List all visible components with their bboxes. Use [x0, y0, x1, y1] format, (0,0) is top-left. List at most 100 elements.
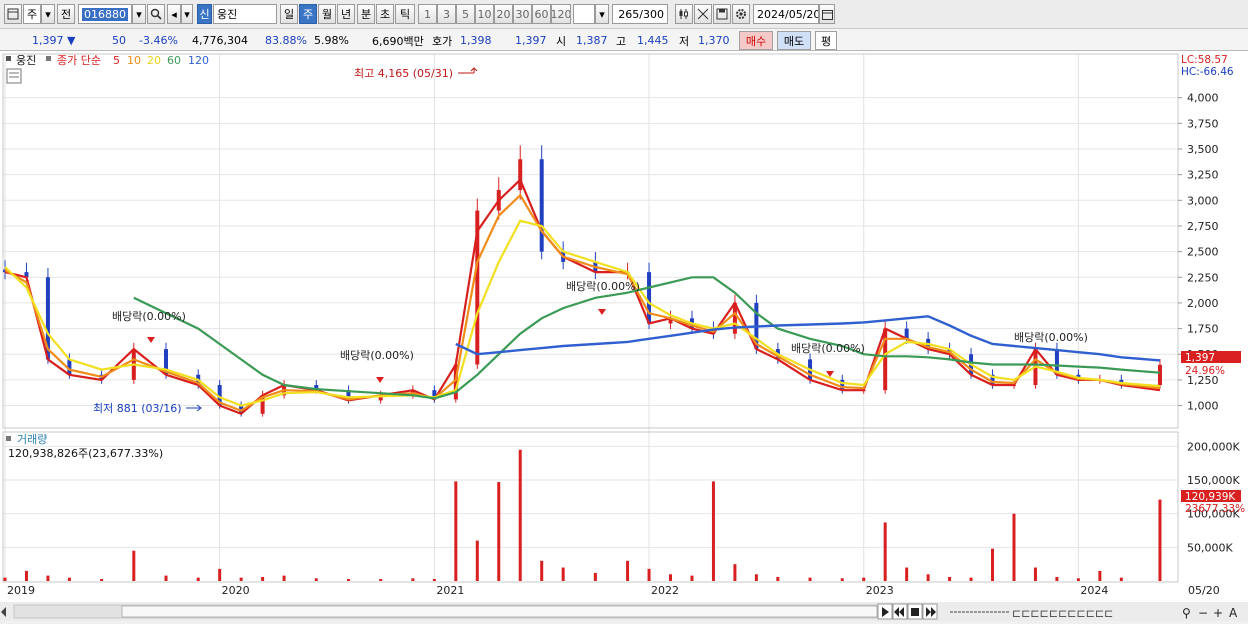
- buy-button[interactable]: 매수: [739, 31, 773, 50]
- volume-bar: [1033, 567, 1037, 581]
- price-tag-text: 1,397: [1185, 352, 1215, 364]
- volume-bar: [314, 578, 318, 581]
- bid-price: 1,397: [515, 34, 547, 47]
- dividend-annotation: 배당락(0.00%): [112, 310, 186, 323]
- volume-bars-layer: [3, 449, 1162, 581]
- chart-table-icon[interactable]: [6, 68, 22, 84]
- volume-tag-text: 120,939K: [1185, 491, 1236, 503]
- stock-chart[interactable]: 4,000 3,750 3,500 3,250 3,000 2,750 2,500 2,250…: [0, 51, 1248, 621]
- volume-bar: [926, 574, 930, 581]
- legend-ma5: 5: [113, 54, 120, 67]
- low-annotation: 최저 881 (03/16): [93, 402, 182, 415]
- stock-code-input[interactable]: 016880: [78, 4, 132, 24]
- dividend-annotation: 배당락(0.00%): [1014, 331, 1088, 344]
- volume-bar: [1076, 578, 1080, 581]
- tab-tick[interactable]: 틱: [395, 4, 415, 24]
- volume-bar: [883, 522, 887, 581]
- tab-year[interactable]: 년: [337, 4, 355, 24]
- calendar-icon[interactable]: [819, 4, 835, 24]
- volume-bar: [196, 577, 200, 581]
- speaker-dropdown-icon[interactable]: ▾: [181, 4, 193, 24]
- zoom-search-icon[interactable]: ⚲: [1182, 606, 1191, 620]
- volume-bar: [411, 578, 415, 581]
- legend-ma10: 10: [127, 54, 141, 67]
- volume-bar: [647, 568, 651, 581]
- price-tick-label: 2,500: [1187, 246, 1219, 259]
- volume-bar: [733, 564, 737, 581]
- zoom-in-icon[interactable]: +: [1213, 606, 1223, 620]
- interval-1-label: 1: [424, 7, 431, 21]
- volume-bar: [100, 578, 104, 581]
- layout-icon[interactable]: [4, 4, 22, 24]
- volume-bar: [1119, 577, 1123, 581]
- trade-amount: 6,690백만: [372, 34, 424, 48]
- new-badge: 신: [197, 4, 212, 24]
- save-icon[interactable]: [713, 4, 731, 24]
- date-value: 2024/05/20: [757, 7, 819, 21]
- interval-dropdown-icon[interactable]: ▾: [595, 4, 609, 24]
- tab-minute-label: 분: [360, 8, 372, 21]
- ask-label: 호가: [432, 34, 453, 48]
- interval-custom-input[interactable]: [573, 4, 595, 24]
- volume-bar: [711, 481, 715, 581]
- dividend-annotation: 배당락(0.00%): [566, 280, 640, 293]
- interval-1[interactable]: 1: [418, 4, 437, 24]
- drawing-tools-icon[interactable]: ⊏⊏⊏⊏⊏⊏⊏⊏⊏⊏⊏: [1012, 607, 1113, 620]
- volume-panel-frame: [2, 431, 1179, 583]
- dividend-annotation: 배당락(0.00%): [791, 342, 865, 355]
- sell-button[interactable]: 매도: [777, 31, 811, 50]
- price-tick-label: 4,000: [1187, 92, 1219, 105]
- speaker-icon[interactable]: ◂: [167, 4, 181, 24]
- gear-icon[interactable]: [732, 4, 750, 24]
- volume-bar: [518, 449, 522, 581]
- zoom-out-icon[interactable]: −: [1198, 606, 1208, 620]
- tab-day-label: 일: [283, 8, 295, 21]
- low-price: 1,370: [698, 34, 730, 47]
- volume-bar: [776, 576, 780, 581]
- candle-type-icon[interactable]: [675, 4, 693, 24]
- price-change-pct: -3.46%: [139, 34, 178, 47]
- dividend-marker-icon: [598, 309, 606, 315]
- stock-name-field[interactable]: 웅진: [213, 4, 277, 24]
- volume-bar: [46, 575, 50, 581]
- prev-button[interactable]: 전: [57, 4, 75, 24]
- interval-20[interactable]: 20: [494, 4, 513, 24]
- volume-bar: [593, 572, 597, 581]
- volume-bar: [1158, 499, 1162, 581]
- eval-button[interactable]: 평: [815, 31, 837, 50]
- text-tool-icon[interactable]: A: [1229, 606, 1238, 620]
- interval-3[interactable]: 3: [437, 4, 456, 24]
- toolbar: 주 ▾ 전 016880 ▾ ◂ ▾ 신 웅진 일 주 월 년 분 초 틱 1 …: [0, 0, 1248, 29]
- tab-month[interactable]: 월: [318, 4, 336, 24]
- interval-120[interactable]: 120: [551, 4, 571, 24]
- volume-bar: [540, 560, 544, 581]
- scrollbar-thumb[interactable]: [121, 605, 878, 618]
- search-icon[interactable]: [147, 4, 165, 24]
- crosshair-icon[interactable]: [694, 4, 712, 24]
- tab-day[interactable]: 일: [280, 4, 298, 24]
- date-input[interactable]: 2024/05/20: [753, 4, 819, 24]
- tab-week[interactable]: 주: [299, 4, 317, 24]
- eval-label: 평: [820, 34, 832, 48]
- volume-bar: [282, 575, 286, 581]
- interval-60[interactable]: 60: [532, 4, 551, 24]
- interval-30[interactable]: 30: [513, 4, 532, 24]
- quote-bar: 1,397 ▼ 50 -3.46% 4,776,304 83.88% 5.98%…: [0, 29, 1248, 51]
- period-dropdown-icon[interactable]: ▾: [41, 4, 55, 24]
- volume-summary: 120,938,826주(23,677.33%): [8, 447, 163, 460]
- legend-ma-label: 종가 단순: [57, 54, 101, 67]
- interval-5[interactable]: 5: [456, 4, 475, 24]
- ask-price: 1,398: [460, 34, 492, 47]
- count-field[interactable]: 265/300: [612, 4, 668, 24]
- tab-minute[interactable]: 분: [357, 4, 375, 24]
- period-select[interactable]: 주: [23, 4, 41, 24]
- interval-10[interactable]: 10: [475, 4, 494, 24]
- code-dropdown-icon[interactable]: ▾: [132, 4, 146, 24]
- tab-second[interactable]: 초: [376, 4, 394, 24]
- legend-ma60: 60: [167, 54, 181, 67]
- x-axis-label: 2021: [436, 584, 464, 597]
- stop-icon: [911, 608, 919, 616]
- volume-bar: [669, 574, 673, 581]
- lc-label: LC:58.57: [1181, 54, 1228, 66]
- hc-label: HC:-66.46: [1181, 66, 1234, 78]
